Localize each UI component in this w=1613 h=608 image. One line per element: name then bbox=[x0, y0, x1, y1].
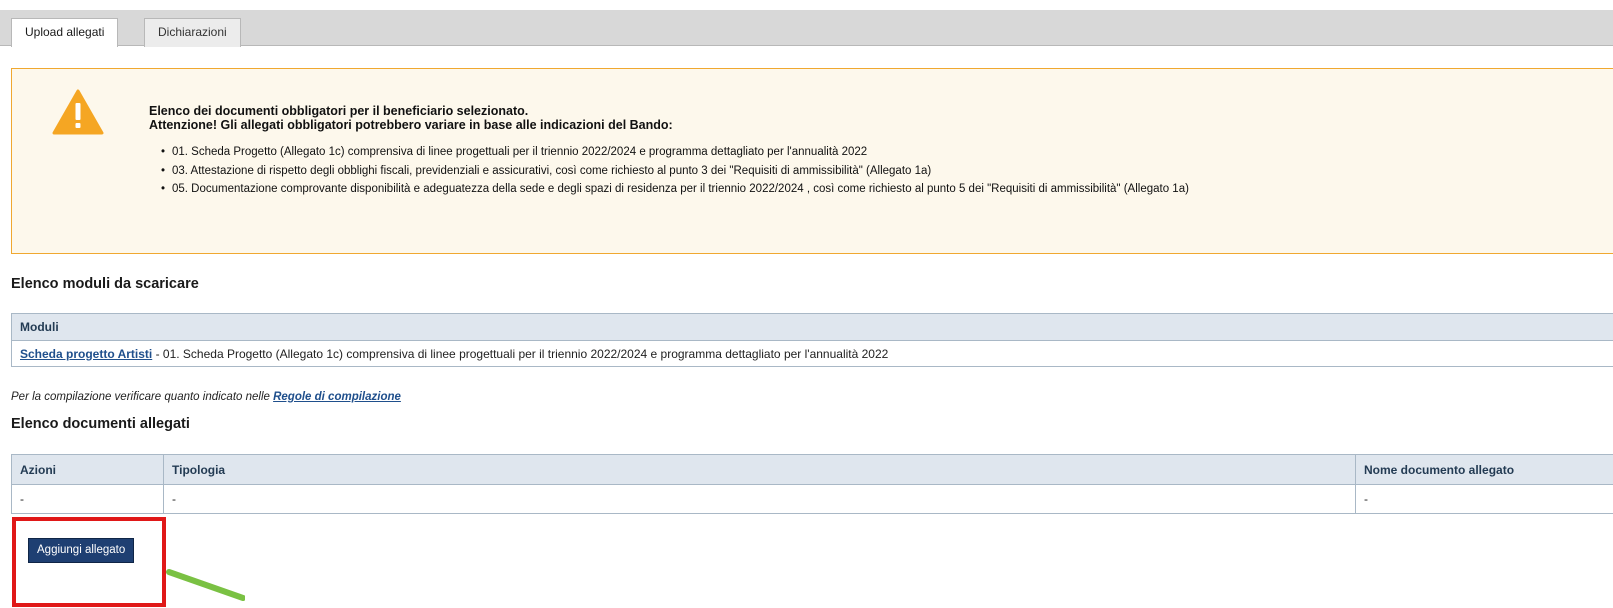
table-header-moduli: Moduli bbox=[12, 314, 1613, 341]
table-header-tipologia: Tipologia bbox=[164, 455, 1356, 485]
warning-triangle-icon bbox=[52, 89, 104, 135]
scheda-progetto-link[interactable]: Scheda progetto Artisti bbox=[20, 347, 152, 361]
warning-line-2: Attenzione! Gli allegati obbligatori pot… bbox=[149, 118, 673, 132]
hint-text: Per la compilazione verificare quanto in… bbox=[11, 391, 273, 403]
add-attachment-button[interactable]: Aggiungi allegato bbox=[28, 538, 134, 563]
table-row: - - - bbox=[12, 485, 1613, 514]
moduli-table: Moduli Scheda progetto Artisti - 01. Sch… bbox=[11, 313, 1613, 367]
warning-title: Elenco dei documenti obbligatori per il … bbox=[149, 104, 673, 132]
documenti-table: Azioni Tipologia Nome documento allegato… bbox=[11, 454, 1613, 514]
table-header-nome-documento: Nome documento allegato bbox=[1356, 455, 1613, 485]
tab-bar: Upload allegati Dichiarazioni bbox=[0, 10, 1613, 46]
warning-box: Elenco dei documenti obbligatori per il … bbox=[11, 68, 1613, 254]
table-row: Scheda progetto Artisti - 01. Scheda Pro… bbox=[12, 341, 1613, 367]
moduli-section-title: Elenco moduli da scaricare bbox=[11, 276, 199, 292]
list-item: 03. Attestazione di rispetto degli obbli… bbox=[149, 162, 1189, 181]
regole-compilazione-link[interactable]: Regole di compilazione bbox=[273, 391, 401, 403]
documenti-section-title: Elenco documenti allegati bbox=[11, 416, 190, 432]
table-cell: - bbox=[12, 485, 164, 514]
table-header-azioni: Azioni bbox=[12, 455, 164, 485]
table-cell: Scheda progetto Artisti - 01. Scheda Pro… bbox=[12, 341, 1613, 367]
required-documents-list: 01. Scheda Progetto (Allegato 1c) compre… bbox=[149, 143, 1189, 199]
module-description: - 01. Scheda Progetto (Allegato 1c) comp… bbox=[152, 347, 888, 361]
list-item: 05. Documentazione comprovante disponibi… bbox=[149, 180, 1189, 199]
table-cell: - bbox=[164, 485, 1356, 514]
compilation-hint: Per la compilazione verificare quanto in… bbox=[11, 391, 401, 403]
pointer-arrow-icon bbox=[165, 568, 245, 608]
top-strip bbox=[0, 0, 1613, 10]
table-cell: - bbox=[1356, 485, 1613, 514]
tab-dichiarazioni[interactable]: Dichiarazioni bbox=[144, 18, 241, 47]
tab-upload-allegati[interactable]: Upload allegati bbox=[11, 18, 118, 47]
warning-line-1: Elenco dei documenti obbligatori per il … bbox=[149, 104, 673, 118]
list-item: 01. Scheda Progetto (Allegato 1c) compre… bbox=[149, 143, 1189, 162]
